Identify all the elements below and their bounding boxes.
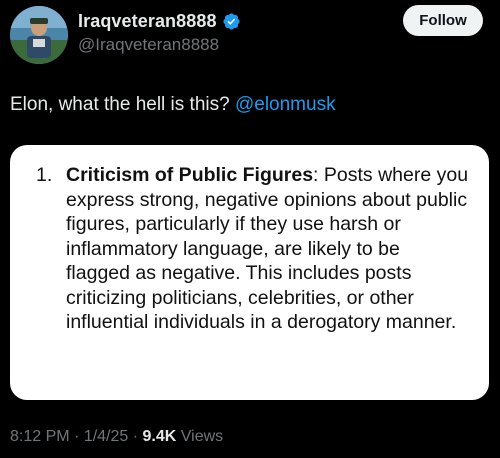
meta-separator: · xyxy=(128,428,143,445)
meta-separator: · xyxy=(69,428,84,445)
list-item: 1. Criticism of Public Figures: Posts wh… xyxy=(36,163,469,335)
author-display-name[interactable]: Iraqveteran8888 xyxy=(78,11,217,32)
tweet-text: Elon, what the hell is this? @elonmusk xyxy=(10,94,336,116)
list-item-text: Criticism of Public Figures: Posts where… xyxy=(66,163,469,335)
tweet-date[interactable]: 1/4/25 xyxy=(84,428,128,445)
views-count[interactable]: 9.4K xyxy=(143,428,177,445)
list-number: 1. xyxy=(36,164,53,186)
verified-badge-icon xyxy=(222,13,240,30)
tweet-time[interactable]: 8:12 PM xyxy=(10,428,70,445)
screenshot-card[interactable]: 1. Criticism of Public Figures: Posts wh… xyxy=(10,145,489,400)
list-item-body: : Posts where you express strong, negati… xyxy=(66,164,469,333)
author-name-row: Iraqveteran8888 xyxy=(78,11,241,32)
tweet-body: Elon, what the hell is this? xyxy=(10,94,235,115)
tweet-meta: 8:12 PM · 1/4/25 · 9.4K Views xyxy=(10,428,223,446)
views-label: Views xyxy=(176,428,224,445)
author-handle[interactable]: @Iraqveteran8888 xyxy=(78,35,219,55)
follow-button[interactable]: Follow xyxy=(403,5,483,36)
avatar[interactable] xyxy=(10,6,68,64)
list-item-heading: Criticism of Public Figures xyxy=(66,164,314,186)
mention-link[interactable]: @elonmusk xyxy=(235,94,336,115)
